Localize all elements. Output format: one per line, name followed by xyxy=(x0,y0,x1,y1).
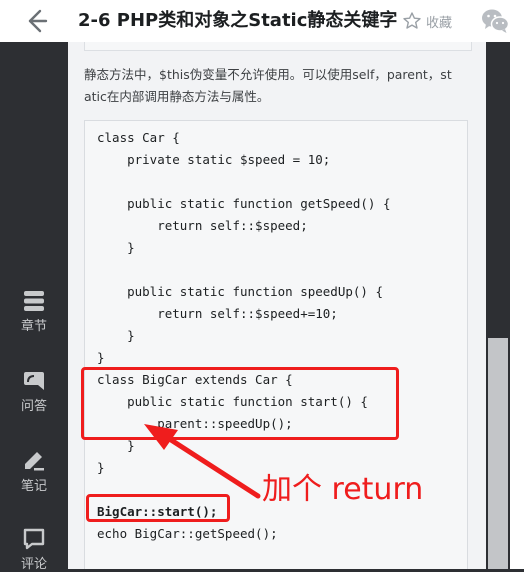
back-arrow-icon[interactable] xyxy=(24,8,50,34)
code-line: return self::$speed; xyxy=(97,218,308,233)
favorite-button[interactable]: 收藏 xyxy=(402,7,452,35)
sidebar-item-label: 评论 xyxy=(20,557,47,572)
sidebar-item-notes[interactable]: 笔记 xyxy=(0,450,68,494)
code-line: } xyxy=(97,328,135,343)
left-sidebar: 章节 问答 笔记 评论 xyxy=(0,42,68,572)
code-line: } xyxy=(97,240,135,255)
sidebar-item-label: 问答 xyxy=(20,399,47,414)
sidebar-item-comments[interactable]: 评论 xyxy=(0,528,68,572)
chapters-icon xyxy=(24,291,44,311)
code-line: public static function speedUp() { xyxy=(97,284,383,299)
description-line: atic在内部调用静态方法与属性。 xyxy=(84,89,270,104)
code-line: echo BigCar::getSpeed(); xyxy=(97,526,278,541)
sidebar-item-chapters[interactable]: 章节 xyxy=(0,290,68,334)
scrollbar-thumb[interactable] xyxy=(488,338,508,569)
annotation-highlight-box xyxy=(81,367,399,440)
right-edge xyxy=(510,42,524,569)
comment-icon xyxy=(23,528,45,550)
favorite-label: 收藏 xyxy=(426,15,453,31)
sidebar-item-qa[interactable]: 问答 xyxy=(0,370,68,414)
code-line: class Car { xyxy=(97,130,180,145)
code-line: private static $speed = 10; xyxy=(97,152,331,167)
lesson-description: 静态方法中，$this伪变量不允许使用。可以使用self，parent，st a… xyxy=(84,64,470,108)
description-line: 静态方法中，$this伪变量不允许使用。可以使用self，parent，st xyxy=(84,67,452,82)
top-bar: 2-6 PHP类和对象之Static静态关键字 收藏 xyxy=(0,0,524,43)
sidebar-item-label: 章节 xyxy=(20,319,47,334)
previous-code-box-edge xyxy=(84,42,472,51)
page-title: 2-6 PHP类和对象之Static静态关键字 xyxy=(78,10,398,31)
code-line: public static function getSpeed() { xyxy=(97,196,391,211)
code-line: } xyxy=(97,350,105,365)
wechat-share-icon[interactable] xyxy=(480,6,510,36)
qa-icon xyxy=(24,372,44,390)
pencil-icon xyxy=(25,452,44,471)
annotation-text: 加个 return xyxy=(262,472,424,507)
star-icon xyxy=(403,12,421,29)
sidebar-item-label: 笔记 xyxy=(20,479,47,494)
code-line: return self::$speed+=10; xyxy=(97,306,338,321)
annotation-highlight-box xyxy=(86,494,230,522)
